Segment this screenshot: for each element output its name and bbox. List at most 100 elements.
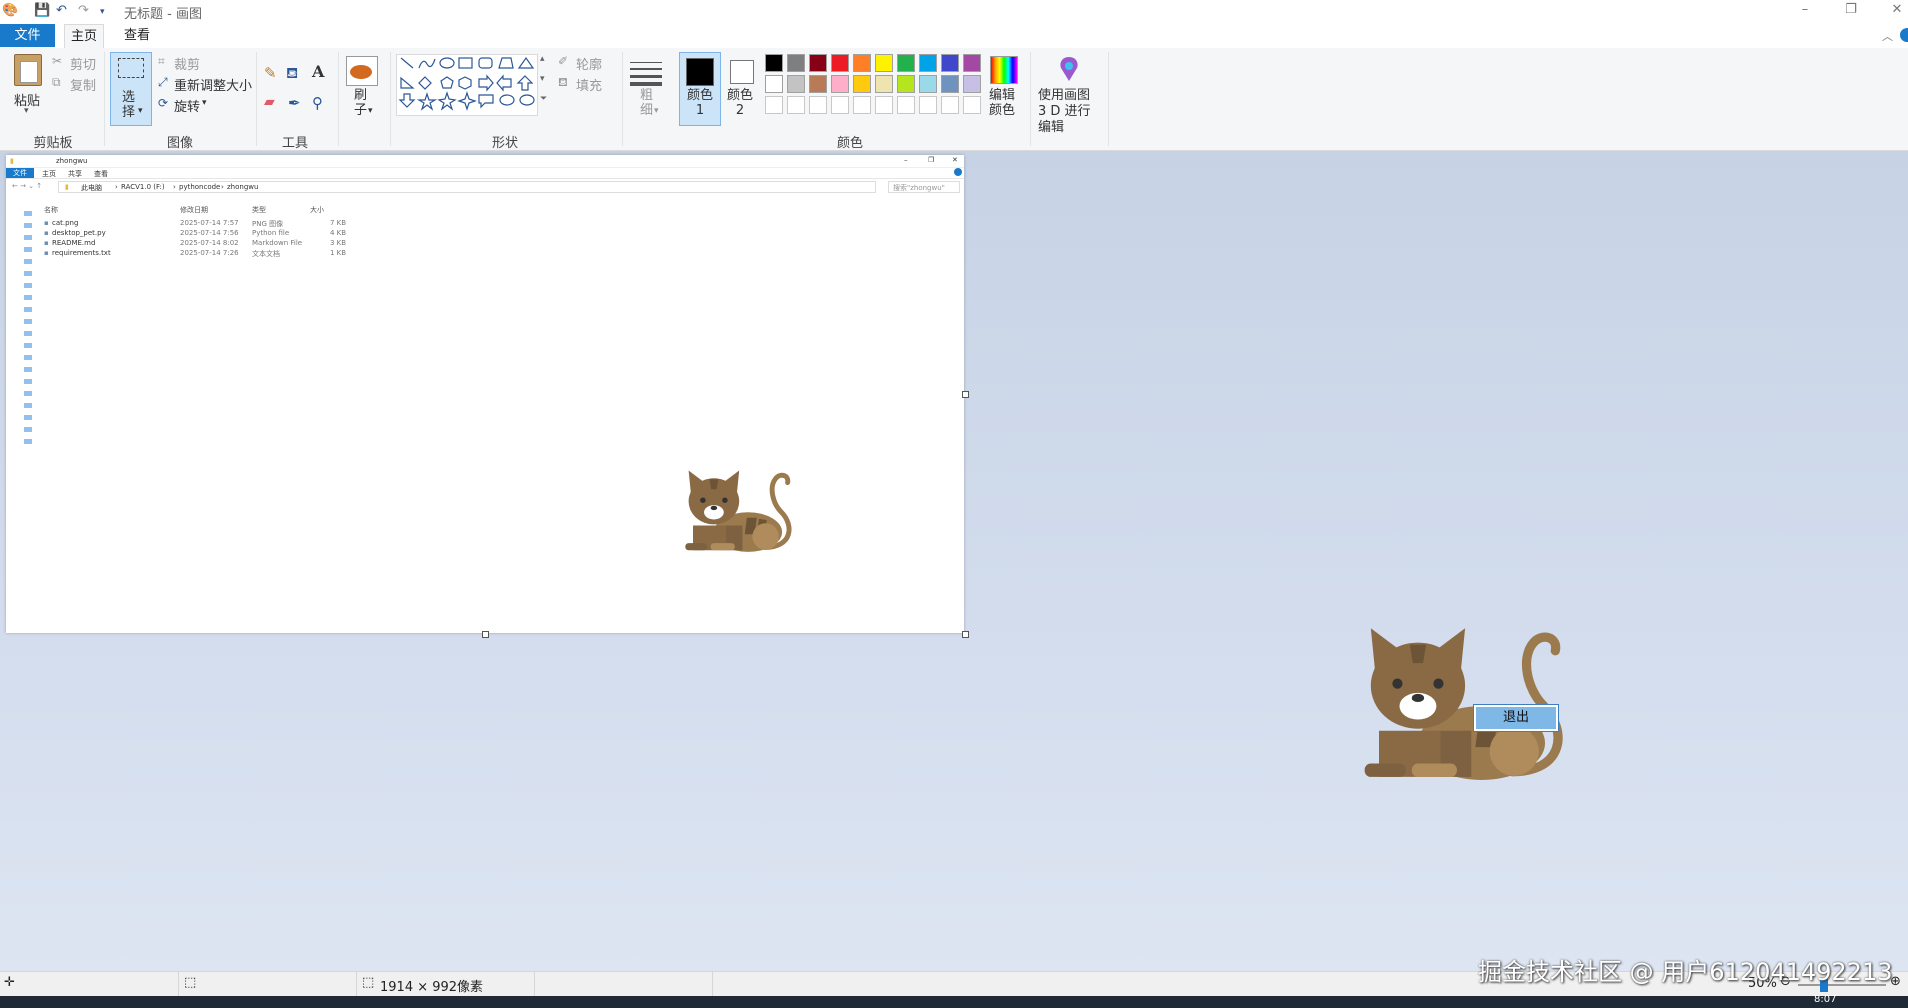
- file-icon: ▪: [44, 249, 49, 257]
- color2-swatch[interactable]: [730, 60, 754, 84]
- color-picker-icon[interactable]: ✒: [288, 94, 301, 112]
- collapse-ribbon-icon[interactable]: ︿: [1882, 28, 1893, 44]
- ribbon: 粘贴 ▾ ✂ 剪切 ⧉ 复制 剪贴板 选择 ▾ ⌗ 裁剪 ⤢ 重新调整大小 ⟳ …: [0, 48, 1908, 151]
- redo-icon[interactable]: ↷: [78, 3, 89, 18]
- palette-swatch[interactable]: [963, 96, 981, 114]
- edit-colors-button[interactable]: 编辑颜色: [988, 88, 1016, 118]
- rotate-dropdown-icon[interactable]: ▾: [202, 98, 207, 108]
- palette-swatch[interactable]: [875, 54, 893, 72]
- palette-swatch[interactable]: [875, 75, 893, 93]
- brushes-dropdown-icon[interactable]: ▾: [368, 106, 373, 116]
- desktop-pet-cat[interactable]: [1352, 618, 1570, 782]
- outline-button[interactable]: 轮廓: [576, 54, 602, 73]
- size-dropdown-icon[interactable]: ▾: [654, 106, 659, 116]
- explorer-tab-home: 主页: [42, 170, 56, 178]
- file-name: README.md: [52, 239, 96, 247]
- palette-swatch[interactable]: [919, 96, 937, 114]
- size-icon[interactable]: [630, 60, 662, 86]
- outline-icon: ✐: [558, 54, 569, 68]
- palette-swatch[interactable]: [875, 96, 893, 114]
- resize-icon: ⤢: [158, 75, 168, 89]
- group-image-label: 图像: [166, 136, 193, 151]
- palette-swatch[interactable]: [765, 54, 783, 72]
- restore-button[interactable]: ❐: [1828, 0, 1874, 22]
- shapes-scroll-down-icon[interactable]: ▾: [540, 74, 545, 84]
- paint3d-icon[interactable]: [1058, 56, 1080, 82]
- palette-swatch[interactable]: [941, 75, 959, 93]
- file-row: ▪ cat.png 2025-07-14 7:57 PNG 图像 7 KB: [44, 219, 364, 229]
- paste-icon[interactable]: [14, 54, 42, 86]
- edit-colors-icon[interactable]: [990, 56, 1018, 84]
- close-button[interactable]: ✕: [1874, 0, 1908, 22]
- palette-swatch[interactable]: [809, 75, 827, 93]
- palette-swatch[interactable]: [787, 75, 805, 93]
- palette-swatch[interactable]: [831, 96, 849, 114]
- minimize-button[interactable]: –: [1782, 0, 1828, 22]
- resize-button[interactable]: 重新调整大小: [174, 75, 252, 94]
- copy-icon: ⧉: [52, 75, 61, 89]
- pencil-icon[interactable]: ✎: [264, 64, 277, 82]
- palette-swatch[interactable]: [897, 54, 915, 72]
- rotate-button[interactable]: 旋转: [174, 96, 200, 115]
- palette-swatch[interactable]: [919, 75, 937, 93]
- copy-button[interactable]: 复制: [70, 75, 96, 94]
- palette-swatch[interactable]: [809, 96, 827, 114]
- help-icon[interactable]: [1900, 28, 1908, 42]
- palette-swatch[interactable]: [765, 96, 783, 114]
- tab-home[interactable]: 主页: [64, 24, 104, 48]
- fill-button[interactable]: 填充: [576, 75, 602, 94]
- palette-swatch[interactable]: [963, 75, 981, 93]
- drawing-canvas[interactable]: ▮ zhongwu – ❐ ✕ 文件 主页 共享 查看 ← → ⌄ ↑ ▮ 此电…: [6, 155, 969, 638]
- palette-swatch[interactable]: [919, 54, 937, 72]
- canvas-resize-handle-bottom[interactable]: [482, 631, 489, 638]
- explorer-help-icon: [954, 168, 962, 176]
- file-row: ▪ README.md 2025-07-14 8:02 Markdown File 3 …: [44, 239, 364, 249]
- palette-swatch[interactable]: [853, 96, 871, 114]
- palette-swatch[interactable]: [897, 96, 915, 114]
- palette-swatch[interactable]: [809, 54, 827, 72]
- shapes-gallery[interactable]: [396, 54, 538, 116]
- palette-swatch[interactable]: [941, 96, 959, 114]
- group-colors-label: 颜色: [836, 136, 863, 151]
- palette-swatch[interactable]: [831, 75, 849, 93]
- undo-icon[interactable]: ↶: [56, 3, 67, 18]
- eraser-icon[interactable]: ▰: [264, 94, 275, 110]
- palette-swatch[interactable]: [853, 54, 871, 72]
- brush-icon[interactable]: [346, 56, 378, 86]
- palette-swatch[interactable]: [831, 54, 849, 72]
- palette-swatch[interactable]: [897, 75, 915, 93]
- palette-swatch[interactable]: [853, 75, 871, 93]
- save-icon[interactable]: 💾: [34, 3, 50, 18]
- paint3d-button[interactable]: 使用画图 3 D 进行编辑: [1038, 88, 1102, 136]
- explorer-tab-share: 共享: [68, 170, 82, 178]
- paste-dropdown-icon[interactable]: ▾: [24, 106, 29, 116]
- color2-button[interactable]: 颜色 2: [726, 88, 754, 118]
- file-size: 4 KB: [330, 229, 347, 237]
- palette-swatch[interactable]: [941, 54, 959, 72]
- file-name: cat.png: [52, 219, 79, 227]
- cut-button[interactable]: 剪切: [70, 54, 96, 73]
- select-dropdown-icon[interactable]: ▾: [138, 106, 143, 116]
- folder-icon: ▮: [10, 157, 14, 165]
- customize-qat-icon[interactable]: ▾: [100, 7, 105, 17]
- brushes-button[interactable]: 刷子: [354, 88, 368, 118]
- tab-view[interactable]: 查看: [118, 24, 156, 47]
- palette-swatch[interactable]: [765, 75, 783, 93]
- exit-menu-item[interactable]: 退出: [1473, 704, 1559, 732]
- palette-swatch[interactable]: [787, 96, 805, 114]
- canvas-resize-handle-right[interactable]: [962, 391, 969, 398]
- magnifier-icon[interactable]: ⚲: [312, 94, 323, 112]
- fill-bucket-icon[interactable]: ⛾: [286, 64, 298, 84]
- palette-swatch[interactable]: [787, 54, 805, 72]
- palette-swatch[interactable]: [963, 54, 981, 72]
- size-button[interactable]: 粗细: [640, 88, 654, 118]
- file-type: PNG 图像: [252, 220, 284, 228]
- shapes-scroll-up-icon[interactable]: ▴: [540, 54, 545, 64]
- tab-file[interactable]: 文件: [0, 24, 55, 47]
- text-tool-icon[interactable]: A: [312, 62, 324, 81]
- crop-button[interactable]: 裁剪: [174, 54, 200, 73]
- small-cat-image: [685, 470, 792, 552]
- canvas-resize-handle-corner[interactable]: [962, 631, 969, 638]
- image-dimensions: 1914 × 992像素: [380, 980, 484, 995]
- shapes-more-icon[interactable]: ⏷: [540, 94, 547, 104]
